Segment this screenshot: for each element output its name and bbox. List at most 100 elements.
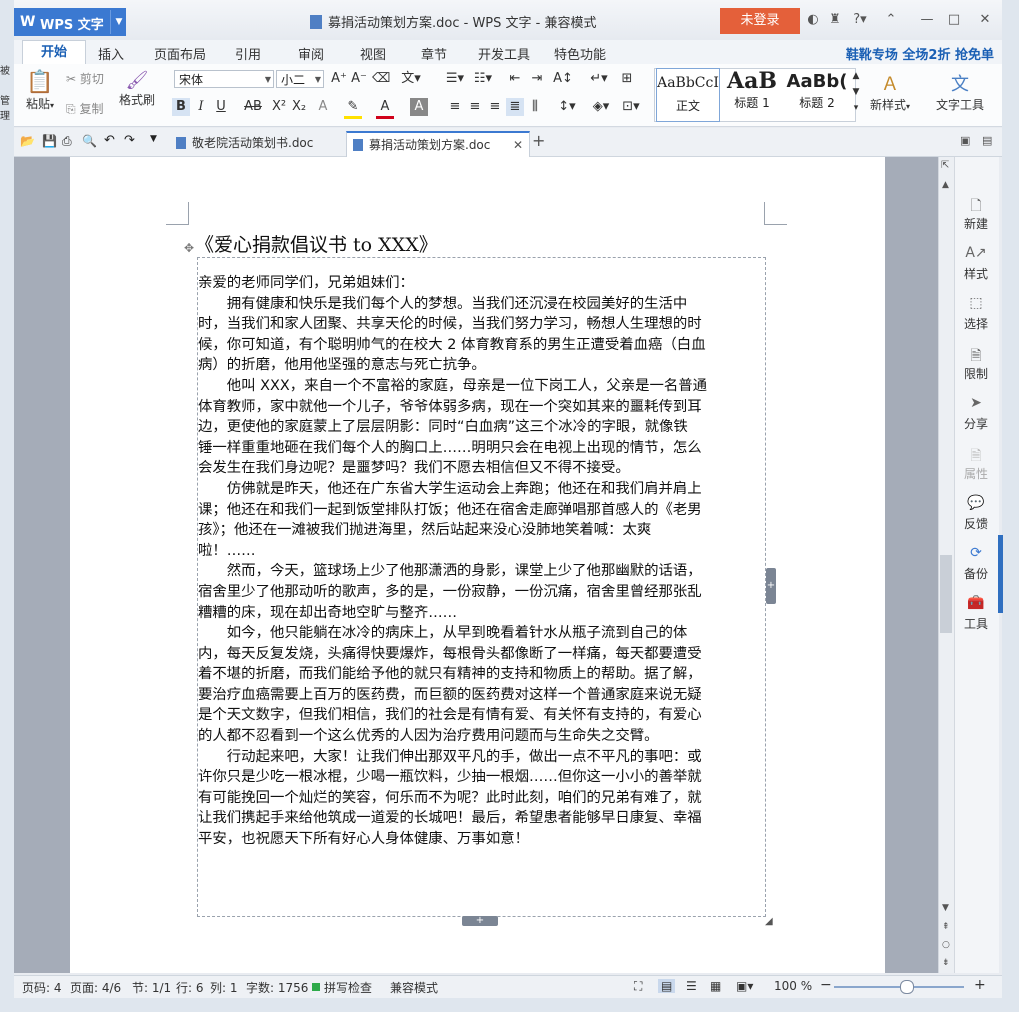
side-feedback-button[interactable]: 💬 反馈: [954, 495, 998, 532]
print-icon[interactable]: ⎙: [62, 134, 72, 149]
phonetic-icon[interactable]: 文▾: [398, 70, 424, 88]
tab-special[interactable]: 特色功能: [554, 44, 606, 63]
textbox-side-handle-icon[interactable]: +: [766, 568, 776, 604]
tab-developer[interactable]: 开发工具: [478, 44, 530, 63]
tab-references[interactable]: 引用: [235, 44, 261, 63]
char-shading-icon[interactable]: A: [410, 98, 428, 116]
cut-button[interactable]: ✂ 剪切: [66, 70, 104, 87]
reading-view-icon[interactable]: ▣▾: [736, 979, 753, 993]
align-right-icon[interactable]: ≡: [486, 98, 504, 116]
table-icon[interactable]: ⊞: [618, 70, 636, 88]
next-page-icon[interactable]: ⇟: [942, 958, 950, 968]
highlight-icon[interactable]: ✎: [344, 98, 362, 119]
align-center-icon[interactable]: ≡: [466, 98, 484, 116]
paragraph-mark-icon[interactable]: ↵▾: [586, 70, 612, 88]
prev-page-icon[interactable]: ⇞: [942, 922, 950, 932]
tab-list-icon[interactable]: ▣: [960, 134, 970, 147]
new-tab-icon[interactable]: +: [532, 131, 545, 150]
decrease-indent-icon[interactable]: ⇤: [506, 70, 524, 88]
font-name-select[interactable]: 宋体 ▼: [174, 70, 274, 88]
scroll-up-icon[interactable]: ▲: [942, 180, 949, 190]
promo-link[interactable]: 鞋靴专场 全场2折 抢免单: [846, 44, 994, 63]
shirt-icon[interactable]: ♜: [826, 11, 844, 29]
side-share-button[interactable]: ➤ 分享: [954, 395, 998, 432]
numbering-icon[interactable]: ☷▾: [470, 70, 496, 88]
font-size-select[interactable]: 小二 ▼: [276, 70, 324, 88]
textbox-bottom-handle-icon[interactable]: +: [462, 916, 498, 926]
side-backup-button[interactable]: ⟳ 备份: [954, 545, 998, 582]
tab-page-layout[interactable]: 页面布局: [154, 44, 206, 63]
help-icon[interactable]: ?▾: [848, 11, 872, 29]
underline-icon[interactable]: U: [212, 98, 230, 116]
move-handle-icon[interactable]: ✥: [184, 241, 194, 255]
paste-button[interactable]: 📋 粘贴▾: [22, 70, 58, 112]
login-button[interactable]: 未登录: [720, 8, 800, 34]
collapse-ribbon-icon[interactable]: ⌃: [882, 11, 900, 29]
font-color-icon[interactable]: A: [376, 98, 394, 119]
side-tools-button[interactable]: 🧰 工具: [954, 595, 998, 632]
zoom-level[interactable]: 100 %: [774, 979, 812, 993]
new-style-button[interactable]: Ａ 新样式▾: [866, 70, 914, 113]
close-tab-icon[interactable]: ✕: [513, 133, 523, 157]
border-icon[interactable]: ⊡▾: [618, 98, 644, 116]
shading-icon[interactable]: ◈▾: [588, 98, 614, 116]
browse-object-icon[interactable]: ○: [942, 940, 950, 950]
fullscreen-view-icon[interactable]: ⛶: [634, 979, 642, 994]
line-spacing-icon[interactable]: ↕▾: [554, 98, 580, 116]
doc-tab[interactable]: 敬老院活动策划书.doc: [170, 131, 352, 155]
scrollbar-thumb[interactable]: [940, 555, 952, 633]
side-select-button[interactable]: ⬚ 选择: [954, 295, 998, 332]
chevron-down-icon[interactable]: ▼: [110, 10, 127, 34]
side-properties-button[interactable]: 🗎 属性: [954, 445, 998, 482]
print-preview-icon[interactable]: 🔍: [82, 134, 97, 148]
format-painter-button[interactable]: 🖌 格式刷: [116, 70, 158, 108]
close-icon[interactable]: ✕: [976, 11, 994, 29]
increase-indent-icon[interactable]: ⇥: [528, 70, 546, 88]
tab-menu-icon[interactable]: ▤: [982, 134, 992, 147]
text-tools-button[interactable]: 文 文字工具: [932, 70, 988, 113]
tab-insert[interactable]: 插入: [98, 44, 124, 63]
scroll-top-icon[interactable]: ⇱: [941, 160, 949, 171]
tab-review[interactable]: 审阅: [298, 44, 324, 63]
clear-format-icon[interactable]: ⌫: [372, 70, 390, 88]
align-left-icon[interactable]: ≡: [446, 98, 464, 116]
doc-tab-active[interactable]: 募捐活动策划方案.doc ✕: [346, 131, 530, 157]
style-heading-1[interactable]: AaB 标题 1: [720, 68, 784, 120]
zoom-slider-knob[interactable]: [899, 980, 914, 994]
side-style-button[interactable]: A↗ 样式: [954, 245, 998, 282]
web-view-icon[interactable]: ▦: [710, 979, 721, 993]
zoom-in-icon[interactable]: +: [974, 977, 986, 993]
status-spell-check[interactable]: 拼写检查: [324, 979, 372, 996]
resize-handle-icon[interactable]: ◢: [765, 916, 773, 927]
distribute-icon[interactable]: ⫼: [526, 98, 544, 116]
page-view-icon[interactable]: ▤: [658, 979, 676, 993]
tab-home[interactable]: 开始: [22, 40, 86, 65]
skin-icon[interactable]: ◐: [804, 11, 822, 29]
copy-button[interactable]: ⎘ 复制: [66, 100, 103, 117]
grow-font-icon[interactable]: A⁺: [330, 70, 348, 88]
justify-icon[interactable]: ≣: [506, 98, 524, 116]
minimize-icon[interactable]: —: [918, 11, 936, 29]
strikethrough-icon[interactable]: AB: [242, 98, 264, 116]
side-restrict-button[interactable]: 🗎 限制: [954, 345, 998, 382]
italic-icon[interactable]: I: [192, 98, 210, 116]
side-new-button[interactable]: 🗋 新建: [954, 195, 998, 232]
quick-access-dropdown-icon[interactable]: ▼: [150, 134, 157, 144]
side-panel-toggle[interactable]: [998, 535, 1003, 613]
redo-icon[interactable]: ↷: [124, 133, 135, 148]
bold-icon[interactable]: B: [172, 98, 190, 116]
outline-view-icon[interactable]: ☰: [686, 979, 697, 993]
status-word-count[interactable]: 字数: 1756: [246, 979, 308, 996]
maximize-icon[interactable]: □: [945, 11, 963, 29]
open-folder-icon[interactable]: 📂: [20, 134, 35, 148]
subscript-icon[interactable]: X₂: [290, 98, 308, 116]
shrink-font-icon[interactable]: A⁻: [350, 70, 368, 88]
zoom-out-icon[interactable]: −: [820, 977, 832, 993]
style-heading-2[interactable]: AaBb( 标题 2: [786, 68, 848, 120]
tab-view[interactable]: 视图: [360, 44, 386, 63]
style-scroll-icon[interactable]: ▲ ▼ ▾: [850, 68, 862, 118]
sort-icon[interactable]: A↕: [550, 70, 576, 88]
scroll-down-icon[interactable]: ▼: [942, 903, 949, 913]
save-icon[interactable]: 💾: [42, 134, 57, 148]
style-normal[interactable]: AaBbCcI 正文: [656, 68, 720, 122]
